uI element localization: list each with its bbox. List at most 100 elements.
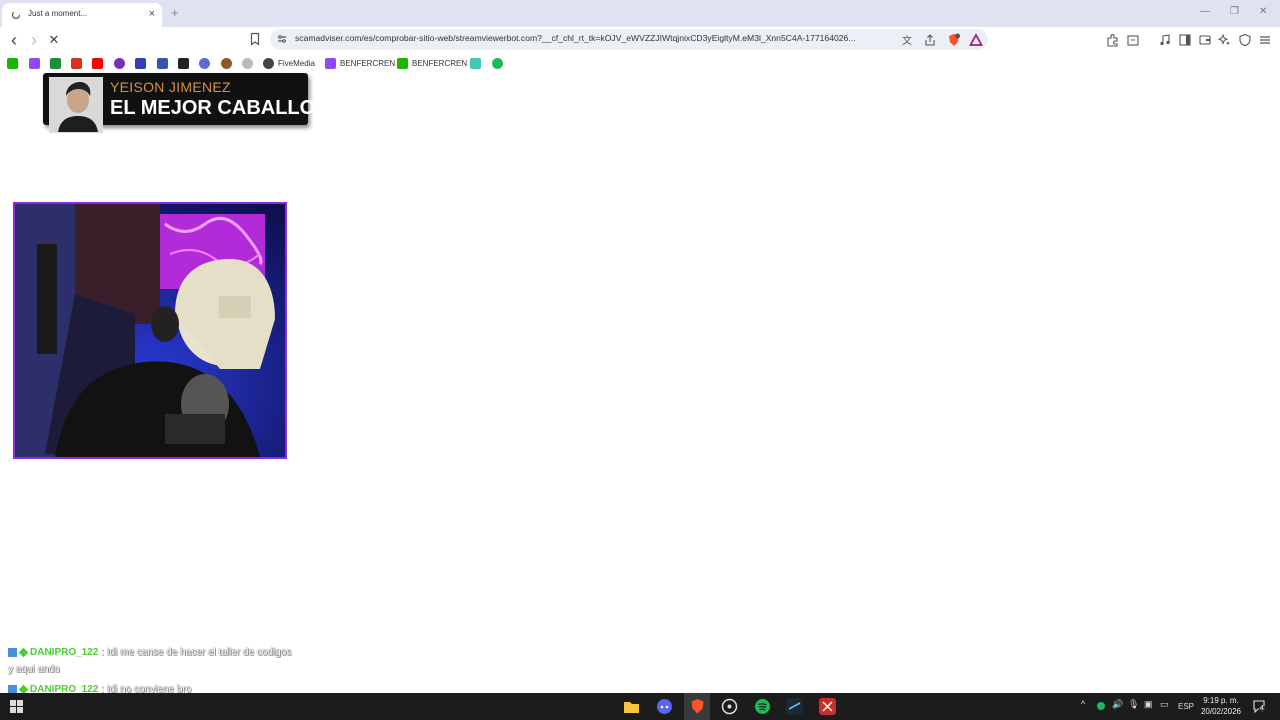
bookmark-item[interactable] — [221, 57, 232, 69]
chat-text: : Idi me canse de hacer el taller de cod… — [101, 647, 292, 658]
bookmark-item[interactable] — [7, 57, 18, 69]
bookmark-benfercren-twitch[interactable]: BENFERCREN — [325, 57, 395, 69]
chat-overlay: DANIPRO_122 : Idi me canse de hacer el t… — [8, 644, 348, 698]
app-icon[interactable] — [819, 698, 836, 715]
translate-icon[interactable]: 文 — [901, 33, 915, 47]
clock-date: 20/02/2026 — [1200, 707, 1242, 716]
microphone-icon[interactable]: 🎙 — [1128, 699, 1139, 710]
chat-message: DANIPRO_122 : Idi me canse de hacer el t… — [8, 644, 348, 661]
app-icon — [157, 57, 168, 69]
brave-shields-icon[interactable] — [947, 33, 961, 47]
download-icon — [178, 57, 189, 69]
bookmark-item[interactable] — [29, 57, 40, 69]
restore-button[interactable]: ❐ — [1230, 6, 1239, 17]
bookmark-item[interactable] — [492, 57, 503, 69]
album-cover — [49, 77, 103, 133]
file-explorer-icon[interactable] — [623, 698, 640, 715]
discord-icon[interactable] — [656, 698, 673, 715]
bookmark-item[interactable] — [157, 57, 168, 69]
app-icon — [135, 57, 146, 69]
sidebar-icon[interactable] — [1178, 33, 1192, 47]
bookmark-item[interactable] — [92, 57, 103, 69]
wallet-icon[interactable] — [1198, 33, 1212, 47]
extensions-icon[interactable] — [1106, 33, 1120, 47]
vpn-shield-icon[interactable] — [1238, 33, 1252, 47]
display-icon[interactable]: ▭ — [1160, 699, 1169, 710]
clock-time: 9:19 p. m. — [1203, 696, 1239, 705]
bookmark-fivemedia[interactable]: FiveMedia — [263, 57, 315, 69]
kick-icon — [397, 57, 408, 69]
app-icon — [221, 57, 232, 69]
network-icon[interactable]: ▣ — [1144, 699, 1153, 710]
webcam-image — [15, 204, 285, 457]
bookmark-label: BENFERCREN — [340, 58, 396, 68]
app-icon — [470, 57, 481, 69]
close-window-button[interactable]: ✕ — [1259, 6, 1267, 17]
webcam-frame — [13, 202, 287, 459]
bookmarks-bar: FiveMedia BENFERCREN BENFERCREN — [0, 53, 1280, 73]
obs-icon[interactable] — [721, 698, 738, 715]
app-icon — [50, 57, 61, 69]
bookmark-item[interactable] — [470, 57, 481, 69]
tray-overflow-icon[interactable]: ^ — [1081, 699, 1085, 709]
volume-icon[interactable]: 🔊 — [1112, 699, 1123, 710]
bookmark-item[interactable] — [50, 57, 61, 69]
site-info-icon[interactable] — [277, 34, 287, 44]
clock[interactable]: 9:19 p. m. 20/02/2026 — [1196, 695, 1246, 717]
globe-icon — [263, 57, 274, 69]
bookmark-item[interactable] — [242, 57, 253, 69]
artist-photo — [50, 78, 102, 132]
twitch-icon — [29, 57, 40, 69]
bookmark-item[interactable] — [114, 57, 125, 69]
bookmark-label: BENFERCREN — [412, 58, 468, 68]
language-indicator[interactable]: ESP — [1178, 702, 1194, 711]
stop-button[interactable]: ✕ — [46, 32, 62, 48]
spotify-icon[interactable] — [754, 698, 771, 715]
app-icon — [114, 57, 125, 69]
share-icon[interactable] — [923, 33, 937, 47]
notification-count: 4 — [1259, 705, 1265, 712]
minimize-button[interactable]: — — [1200, 6, 1210, 17]
bookmark-item[interactable] — [199, 57, 210, 69]
youtube-icon — [92, 57, 103, 69]
now-playing-overlay: YEISON JIMENEZ EL MEJOR CABALLO — [43, 73, 315, 133]
leo-ai-icon[interactable] — [1218, 33, 1232, 47]
brave-rewards-icon[interactable] — [969, 33, 983, 47]
tab-title: Just a moment... — [28, 9, 88, 18]
twitch-icon — [325, 57, 336, 69]
bookmark-item[interactable] — [135, 57, 146, 69]
gmail-icon — [71, 57, 82, 69]
bookmark-item[interactable] — [71, 57, 82, 69]
tray-app-icon[interactable] — [1097, 702, 1105, 710]
globe-icon — [242, 57, 253, 69]
address-bar[interactable]: scamadviser.com/es/comprobar-sitio-web/s… — [270, 29, 988, 50]
start-icon[interactable] — [8, 698, 25, 715]
tab-close-icon[interactable]: × — [149, 7, 155, 21]
app-icon — [492, 57, 503, 69]
steam-icon[interactable] — [786, 698, 803, 715]
bookmark-label: FiveMedia — [278, 58, 315, 68]
app-icon — [199, 57, 210, 69]
forward-button[interactable]: › — [26, 31, 42, 49]
bookmark-item[interactable] — [178, 57, 189, 69]
url-text[interactable]: scamadviser.com/es/comprobar-sitio-web/s… — [295, 33, 890, 43]
bookmark-benfercren-kick[interactable]: BENFERCREN — [397, 57, 467, 69]
artist-name: YEISON JIMENEZ — [110, 79, 231, 95]
media-icon[interactable] — [1158, 33, 1172, 47]
menu-icon[interactable] — [1258, 33, 1272, 47]
diamond-badge-icon — [18, 647, 29, 658]
kick-icon — [7, 57, 18, 69]
browser-toolbar: ‹ › ✕ scamadviser.com/es/comprobar-sitio… — [0, 27, 1280, 53]
chat-text: y aqui ando — [8, 664, 60, 675]
notification-icon[interactable]: 4 — [1252, 699, 1266, 714]
svg-text:文: 文 — [902, 34, 912, 47]
tab-just-a-moment[interactable]: Just a moment... × — [2, 3, 162, 27]
brave-browser-icon[interactable] — [689, 698, 706, 715]
back-button[interactable]: ‹ — [6, 31, 22, 49]
song-title: EL MEJOR CABALLO — [110, 97, 316, 119]
bookmark-icon[interactable] — [248, 32, 262, 46]
new-tab-button[interactable]: + — [171, 5, 179, 20]
loading-icon — [11, 10, 21, 20]
tab-search-icon[interactable] — [1126, 33, 1140, 47]
chat-message: y aqui ando — [8, 661, 348, 678]
